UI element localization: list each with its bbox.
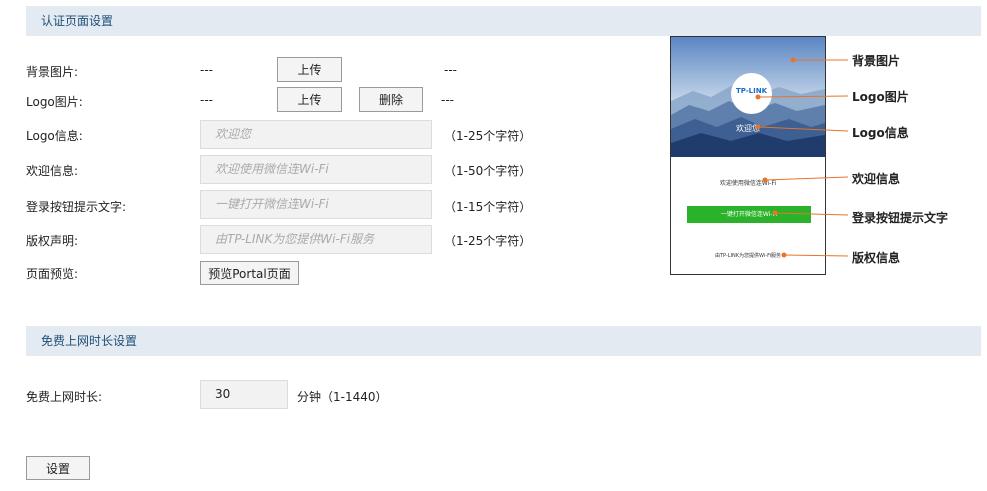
welcome-info-hint: （1-50个字符） xyxy=(444,164,532,178)
preview-copyright-text: 由TP-LINK为您提供Wi-Fi服务 xyxy=(715,253,781,259)
copyright-hint: （1-25个字符） xyxy=(444,234,532,248)
login-button-text-label: 登录按钮提示文字: xyxy=(26,200,127,214)
bg-image-upload-button[interactable]: 上传 xyxy=(277,57,342,82)
logo-image-label: Logo图片: xyxy=(26,95,83,109)
free-time-input[interactable]: 30 xyxy=(200,380,288,409)
callout-copyright: 版权信息 xyxy=(852,251,901,265)
callout-welcome-info: 欢迎信息 xyxy=(852,172,901,186)
free-time-label: 免费上网时长: xyxy=(26,390,103,404)
free-time-settings-title: 免费上网时长设置 xyxy=(41,334,138,348)
bg-image-value: --- xyxy=(200,63,213,77)
callout-background-image: 背景图片 xyxy=(852,54,901,68)
page-preview-label: 页面预览: xyxy=(26,267,79,281)
bg-image-label: 背景图片: xyxy=(26,65,79,79)
callout-login-button-text: 登录按钮提示文字 xyxy=(852,211,949,225)
preview-login-button: 一键打开微信连Wi-Fi xyxy=(687,206,811,223)
logo-info-hint: （1-25个字符） xyxy=(444,129,532,143)
welcome-info-label: 欢迎信息: xyxy=(26,164,79,178)
logo-image-value: --- xyxy=(200,93,213,107)
preview-logo-text: TP-LINK xyxy=(735,87,768,95)
logo-image-upload-button[interactable]: 上传 xyxy=(277,87,342,112)
free-time-unit-hint: 分钟（1-1440） xyxy=(297,390,388,404)
welcome-info-input[interactable]: 欢迎使用微信连Wi-Fi xyxy=(200,155,432,184)
preview-logo: TP-LINK xyxy=(731,73,772,114)
copyright-label: 版权声明: xyxy=(26,234,79,248)
logo-info-label: Logo信息: xyxy=(26,129,83,143)
preview-logo-info: 欢迎您 xyxy=(736,124,760,133)
bg-image-status: --- xyxy=(444,63,457,77)
free-time-settings-header: 免费上网时长设置 xyxy=(26,326,981,356)
copyright-input[interactable]: 由TP-LINK为您提供Wi-Fi服务 xyxy=(200,225,432,254)
preview-portal-button[interactable]: 预览Portal页面 xyxy=(200,261,299,285)
portal-preview-panel: TP-LINK 欢迎您 欢迎使用微信连Wi-Fi 一键打开微信连Wi-Fi 由T… xyxy=(670,36,826,275)
logo-image-status: --- xyxy=(441,93,454,107)
callout-logo-image: Logo图片 xyxy=(852,90,909,104)
login-button-text-hint: （1-15个字符） xyxy=(444,200,532,214)
logo-info-input[interactable]: 欢迎您 xyxy=(200,120,432,149)
logo-image-delete-button[interactable]: 删除 xyxy=(359,87,423,112)
auth-settings-header: 认证页面设置 xyxy=(26,6,981,36)
callout-logo-info: Logo信息 xyxy=(852,126,909,140)
preview-welcome-text: 欢迎使用微信连Wi-Fi xyxy=(719,180,777,187)
submit-button[interactable]: 设置 xyxy=(26,456,90,480)
auth-settings-title: 认证页面设置 xyxy=(41,14,114,28)
login-button-text-input[interactable]: 一键打开微信连Wi-Fi xyxy=(200,190,432,219)
